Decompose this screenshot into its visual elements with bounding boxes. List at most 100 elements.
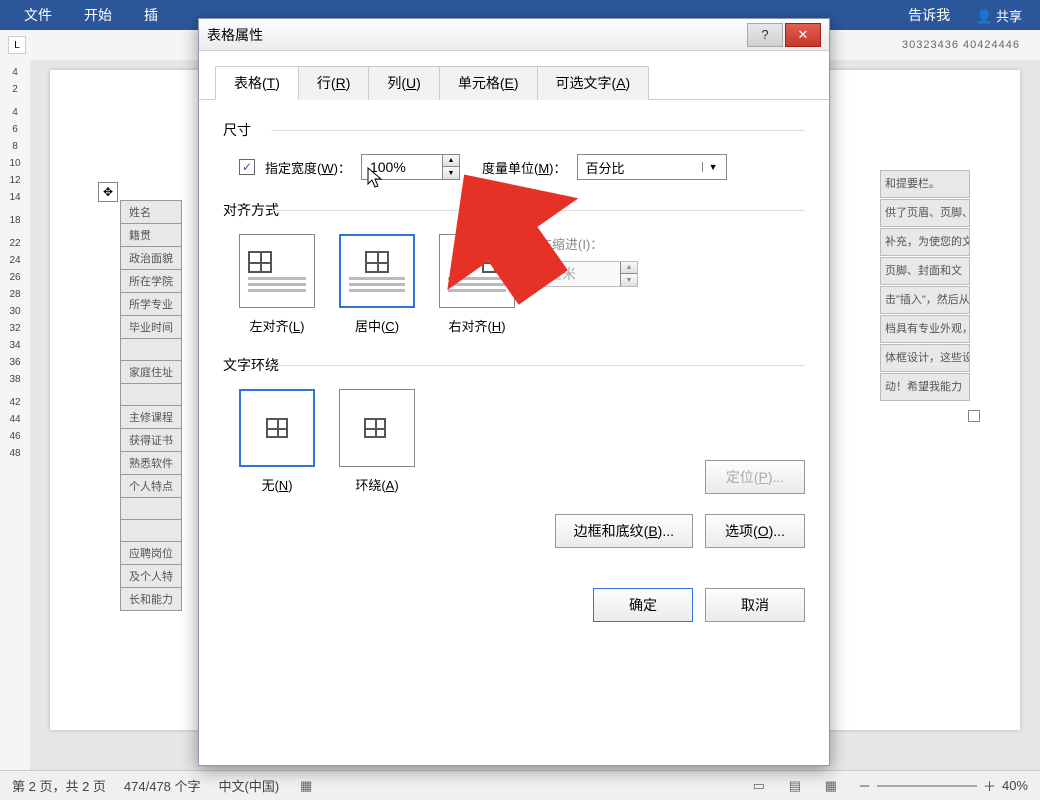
- table-cell[interactable]: 毕业时间: [121, 316, 182, 339]
- table-move-handle[interactable]: ✥: [98, 182, 118, 202]
- text-line: 供了页眉、页脚、: [880, 199, 970, 227]
- dialog-button-row: 确定 取消: [223, 572, 805, 622]
- table-cell[interactable]: [121, 520, 182, 542]
- table-icon: [482, 251, 506, 273]
- width-spin-down[interactable]: ▼: [443, 167, 459, 179]
- align-center-option[interactable]: 居中(C): [339, 234, 415, 335]
- table-icon: [248, 251, 272, 273]
- table-cell[interactable]: 籍贯: [121, 224, 182, 247]
- help-icon[interactable]: ?: [747, 23, 783, 47]
- zoom-slider[interactable]: [877, 785, 977, 787]
- indent-spin-down: ▼: [621, 274, 637, 286]
- indent-label: 左缩进(I)：: [539, 234, 638, 253]
- table-cell[interactable]: [121, 498, 182, 520]
- view-web-icon[interactable]: ▦: [822, 777, 840, 795]
- unit-select[interactable]: 百分比 ▼: [577, 154, 727, 180]
- word-count[interactable]: 474/478 个字: [124, 776, 201, 795]
- person-icon: 👤: [976, 9, 992, 24]
- zoom-out-button[interactable]: －: [858, 776, 871, 795]
- align-right-preview: [439, 234, 515, 308]
- width-input[interactable]: [362, 155, 442, 179]
- table-cell[interactable]: [121, 384, 182, 406]
- wrap-around-label: 环绕(A): [355, 475, 398, 494]
- position-button: 定位(P)...: [705, 460, 805, 494]
- align-right-label: 右对齐(H): [448, 316, 505, 335]
- table-cell[interactable]: 熟悉软件: [121, 452, 182, 475]
- share-button[interactable]: 👤 共享: [966, 2, 1032, 29]
- resume-table[interactable]: 姓名籍贯政治面貌所在学院所学专业毕业时间家庭住址主修课程获得证书熟悉软件个人特点…: [120, 200, 182, 611]
- text-line: 击"插入"，然后从: [880, 286, 970, 314]
- table-cell[interactable]: 家庭住址: [121, 361, 182, 384]
- border-shading-button[interactable]: 边框和底纹(B)...: [555, 514, 693, 548]
- align-center-preview: [339, 234, 415, 308]
- align-right-option[interactable]: 右对齐(H): [439, 234, 515, 335]
- align-left-option[interactable]: 左对齐(L): [239, 234, 315, 335]
- zoom-in-button[interactable]: ＋: [983, 776, 996, 795]
- wrap-section-title: 文字环绕: [223, 355, 805, 375]
- tab-stop-selector[interactable]: L: [8, 36, 26, 54]
- border-options-row: 边框和底纹(B)... 选项(O)...: [223, 514, 805, 548]
- language-indicator[interactable]: 中文(中国): [219, 776, 280, 795]
- table-cell[interactable]: 个人特点: [121, 475, 182, 498]
- tab-table[interactable]: 表格(T): [215, 66, 299, 100]
- dialog-titlebar[interactable]: 表格属性 ? ✕: [199, 19, 829, 51]
- alignment-section-title: 对齐方式: [223, 200, 805, 220]
- table-properties-dialog: 表格属性 ? ✕ 表格(T) 行(R) 列(U) 单元格(E) 可选文字(A) …: [198, 18, 830, 766]
- width-spinner[interactable]: ▲ ▼: [361, 154, 460, 180]
- wrap-none-option[interactable]: 无(N): [239, 389, 315, 494]
- ribbon-tab-file[interactable]: 文件: [8, 1, 68, 29]
- text-line: 体框设计，这些设: [880, 344, 970, 372]
- indent-input: [540, 262, 620, 286]
- width-spin-up[interactable]: ▲: [443, 155, 459, 167]
- tab-row[interactable]: 行(R): [298, 66, 369, 100]
- indent-spin-up: ▲: [621, 262, 637, 274]
- table-cell[interactable]: 政治面貌: [121, 247, 182, 270]
- ruler-numbers: 30323436 40424446: [902, 39, 1020, 51]
- view-print-icon[interactable]: ▤: [786, 777, 804, 795]
- text-line: 和提要栏。: [880, 170, 970, 198]
- table-cell[interactable]: 获得证书: [121, 429, 182, 452]
- alignment-section: 对齐方式 左对齐(L) 居中(C): [223, 200, 805, 335]
- table-cell[interactable]: 姓名: [121, 201, 182, 224]
- text-line: 档具有专业外观，: [880, 315, 970, 343]
- unit-label: 度量单位(M)：: [482, 158, 567, 177]
- ok-button[interactable]: 确定: [593, 588, 693, 622]
- tab-cell[interactable]: 单元格(E): [439, 66, 538, 100]
- table-cell[interactable]: 及个人特: [121, 565, 182, 588]
- dialog-title-text: 表格属性: [207, 25, 263, 45]
- text-line: 补充，为使您的文: [880, 228, 970, 256]
- indent-group: 左缩进(I)： ▲ ▼: [539, 234, 638, 335]
- ribbon-tab-home[interactable]: 开始: [68, 1, 128, 29]
- table-cell[interactable]: 长和能力: [121, 588, 182, 611]
- chevron-down-icon: ▼: [702, 162, 718, 172]
- wrap-around-preview: [339, 389, 415, 467]
- dialog-tabs: 表格(T) 行(R) 列(U) 单元格(E) 可选文字(A): [199, 51, 829, 100]
- table-cell[interactable]: 应聘岗位: [121, 542, 182, 565]
- macro-icon[interactable]: ▦: [297, 777, 315, 795]
- table-icon: [364, 418, 386, 438]
- table-cell[interactable]: 所学专业: [121, 293, 182, 316]
- tab-alttext[interactable]: 可选文字(A): [537, 66, 650, 100]
- align-left-preview: [239, 234, 315, 308]
- options-button[interactable]: 选项(O)...: [705, 514, 805, 548]
- view-read-icon[interactable]: ▭: [750, 777, 768, 795]
- indent-spinner: ▲ ▼: [539, 261, 638, 287]
- close-icon[interactable]: ✕: [785, 23, 821, 47]
- page-count[interactable]: 第 2 页，共 2 页: [12, 776, 106, 795]
- zoom-level[interactable]: 40%: [1002, 778, 1028, 793]
- table-cell[interactable]: 主修课程: [121, 406, 182, 429]
- table-cell[interactable]: 所在学院: [121, 270, 182, 293]
- ribbon-tab-insert[interactable]: 插: [128, 1, 174, 29]
- dialog-body: 尺寸 ✓ 指定宽度(W)： ▲ ▼ 度量单位(M)： 百分比 ▼: [199, 100, 829, 642]
- status-bar: 第 2 页，共 2 页 474/478 个字 中文(中国) ▦ ▭ ▤ ▦ － …: [0, 770, 1040, 800]
- table-icon: [266, 418, 288, 438]
- width-checkbox[interactable]: ✓: [239, 159, 255, 175]
- wrap-around-option[interactable]: 环绕(A): [339, 389, 415, 494]
- ribbon-tellme[interactable]: 告诉我: [892, 1, 966, 29]
- table-resize-handle[interactable]: [968, 410, 980, 422]
- text-line: 页脚、封面和文: [880, 257, 970, 285]
- table-cell[interactable]: [121, 339, 182, 361]
- wrap-section: 文字环绕 无(N) 环绕(A): [223, 355, 805, 494]
- tab-column[interactable]: 列(U): [368, 66, 439, 100]
- cancel-button[interactable]: 取消: [705, 588, 805, 622]
